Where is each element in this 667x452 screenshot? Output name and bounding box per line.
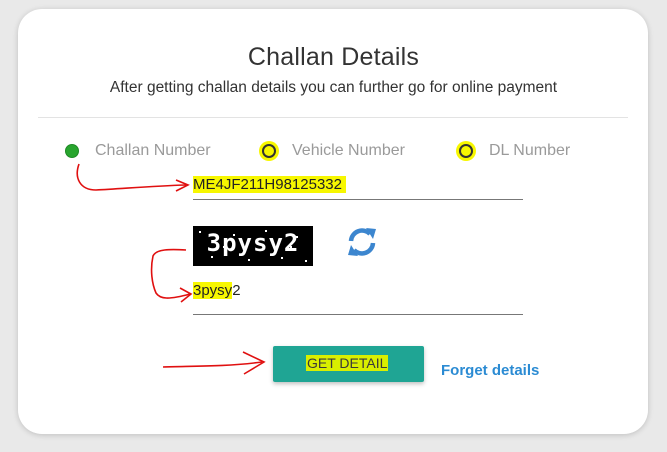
challan-number-value: ME4JF211H98125332 bbox=[193, 176, 346, 193]
get-detail-label: GET DETAIL bbox=[306, 355, 389, 371]
radio-vehicle-number[interactable]: Vehicle Number bbox=[262, 141, 405, 161]
captcha-noise bbox=[305, 260, 307, 262]
captcha-noise bbox=[265, 230, 267, 232]
radio-dl-number[interactable]: DL Number bbox=[459, 141, 570, 161]
radio-selected-icon[interactable] bbox=[65, 144, 79, 158]
divider bbox=[38, 117, 628, 118]
captcha-noise bbox=[248, 259, 250, 261]
forget-details-link[interactable]: Forget details bbox=[441, 362, 539, 379]
captcha-noise bbox=[281, 257, 283, 259]
captcha-input-value: 3pysy2 bbox=[193, 282, 241, 299]
page-title: Challan Details bbox=[247, 43, 420, 71]
captcha-noise bbox=[199, 231, 201, 233]
captcha-noise bbox=[211, 256, 213, 258]
captcha-image: 3pysy2 bbox=[193, 226, 313, 266]
refresh-icon[interactable] bbox=[345, 226, 379, 258]
radio-label-dl-number: DL Number bbox=[489, 142, 571, 159]
captcha-image-text: 3pysy2 bbox=[206, 229, 300, 257]
radio-label-challan-number: Challan Number bbox=[95, 142, 211, 159]
captcha-input[interactable]: 3pysy2 bbox=[193, 278, 523, 315]
page-subtitle: After getting challan details you can fu… bbox=[109, 79, 558, 96]
get-detail-button[interactable]: GET DETAIL bbox=[273, 346, 424, 382]
captcha-noise bbox=[233, 234, 235, 236]
radio-unselected-icon[interactable] bbox=[459, 144, 473, 158]
captcha-noise bbox=[290, 246, 292, 248]
captcha-noise bbox=[223, 246, 225, 248]
radio-challan-number[interactable]: Challan Number bbox=[65, 141, 211, 161]
radio-unselected-icon[interactable] bbox=[262, 144, 276, 158]
radio-label-vehicle-number: Vehicle Number bbox=[292, 142, 405, 159]
captcha-noise bbox=[296, 236, 298, 238]
challan-number-input[interactable]: ME4JF211H98125332 bbox=[193, 173, 523, 200]
